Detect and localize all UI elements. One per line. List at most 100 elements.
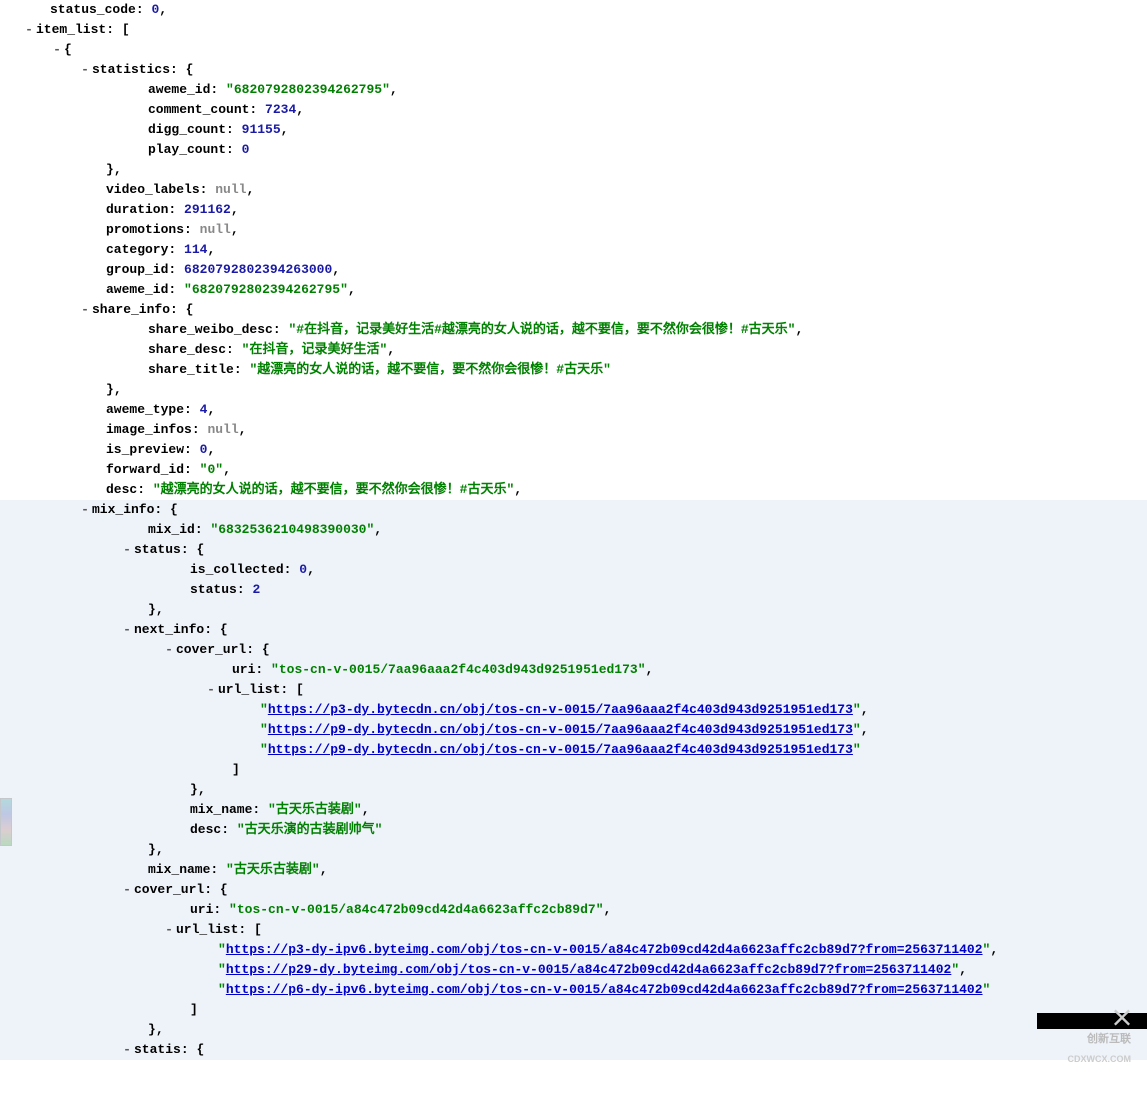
collapse-toggle[interactable]: - [78, 60, 92, 80]
json-value: "古天乐演的古装剧帅气" [237, 820, 383, 840]
json-value: "6820792802394262795" [226, 80, 390, 100]
json-row: "https://p3-dy-ipv6.byteimg.com/obj/tos-… [0, 940, 1147, 960]
json-row: - mix_info: { [0, 500, 1147, 520]
url-link[interactable]: https://p6-dy-ipv6.byteimg.com/obj/tos-c… [226, 980, 983, 1000]
collapse-toggle[interactable]: - [120, 540, 134, 560]
json-key: share_desc [148, 340, 226, 360]
json-row: image_infos: null, [0, 420, 1147, 440]
json-key: mix_name [148, 860, 210, 880]
json-row: status: 2 [0, 580, 1147, 600]
json-row: - statis: { [0, 1040, 1147, 1060]
json-row: ] [0, 1000, 1147, 1020]
json-row: - url_list: [ [0, 920, 1147, 940]
json-key: forward_id [106, 460, 184, 480]
json-row: - status: { [0, 540, 1147, 560]
json-row: desc: "古天乐演的古装剧帅气" [0, 820, 1147, 840]
json-key: share_weibo_desc [148, 320, 273, 340]
json-key: is_preview [106, 440, 184, 460]
json-row: category: 114, [0, 240, 1147, 260]
json-value: null [200, 220, 231, 240]
json-key: desc [106, 480, 137, 500]
json-row: desc: "越漂亮的女人说的话，越不要信，要不然你会很惨！#古天乐", [0, 480, 1147, 500]
json-key: mix_id [148, 520, 195, 540]
json-row: share_weibo_desc: "#在抖音，记录美好生活#越漂亮的女人说的话… [0, 320, 1147, 340]
json-key: digg_count [148, 120, 226, 140]
json-value: 4 [200, 400, 208, 420]
json-value: "tos-cn-v-0015/a84c472b09cd42d4a6623affc… [229, 900, 603, 920]
json-row: share_title: "越漂亮的女人说的话，越不要信，要不然你会很惨！#古天… [0, 360, 1147, 380]
collapse-toggle[interactable]: - [22, 20, 36, 40]
json-value: "tos-cn-v-0015/7aa96aaa2f4c403d943d92519… [271, 660, 645, 680]
collapse-toggle[interactable]: - [78, 300, 92, 320]
url-link[interactable]: https://p9-dy.bytecdn.cn/obj/tos-cn-v-00… [268, 720, 853, 740]
url-link[interactable]: https://p3-dy.bytecdn.cn/obj/tos-cn-v-00… [268, 700, 853, 720]
json-value: 0 [151, 0, 159, 20]
json-key: aweme_id [106, 280, 168, 300]
json-row: uri: "tos-cn-v-0015/7aa96aaa2f4c403d943d… [0, 660, 1147, 680]
collapse-toggle[interactable]: - [50, 40, 64, 60]
json-row: aweme_id: "6820792802394262795", [0, 280, 1147, 300]
url-link[interactable]: https://p9-dy.bytecdn.cn/obj/tos-cn-v-00… [268, 740, 853, 760]
collapse-toggle[interactable]: - [162, 640, 176, 660]
json-row: - item_list: [ [0, 20, 1147, 40]
json-key: aweme_id [148, 80, 210, 100]
json-key: video_labels [106, 180, 200, 200]
json-viewer: status_code : 0, - item_list: [ - { - st… [0, 0, 1147, 1080]
json-key: uri [232, 660, 255, 680]
json-row: - share_info: { [0, 300, 1147, 320]
json-value: "#在抖音，记录美好生活#越漂亮的女人说的话，越不要信，要不然你会很惨！#古天乐… [288, 320, 795, 340]
json-key: item_list [36, 20, 106, 40]
json-row: video_labels: null, [0, 180, 1147, 200]
json-row: comment_count: 7234, [0, 100, 1147, 120]
json-value: null [215, 180, 246, 200]
json-row: mix_name: "古天乐古装剧", [0, 800, 1147, 820]
url-link[interactable]: https://p29-dy.byteimg.com/obj/tos-cn-v-… [226, 960, 952, 980]
json-key: desc [190, 820, 221, 840]
json-row: - { [0, 40, 1147, 60]
json-row: - next_info: { [0, 620, 1147, 640]
json-row: mix_name: "古天乐古装剧", [0, 860, 1147, 880]
json-value: 6820792802394263000 [184, 260, 332, 280]
json-row: - cover_url: { [0, 880, 1147, 900]
json-value: 91155 [242, 120, 281, 140]
json-key: statis [134, 1040, 181, 1060]
json-key: url_list [176, 920, 238, 940]
collapse-toggle[interactable]: - [120, 880, 134, 900]
json-row: duration: 291162, [0, 200, 1147, 220]
json-key: is_collected [190, 560, 284, 580]
json-value: "6820792802394262795" [184, 280, 348, 300]
json-key: cover_url [176, 640, 246, 660]
json-row: - statistics: { [0, 60, 1147, 80]
json-value: 0 [200, 440, 208, 460]
json-row: - cover_url: { [0, 640, 1147, 660]
json-row: }, [0, 780, 1147, 800]
collapse-toggle[interactable]: - [120, 1040, 134, 1060]
json-row: mix_id: "6832536210498390030", [0, 520, 1147, 540]
json-row: }, [0, 160, 1147, 180]
collapse-toggle[interactable]: - [162, 920, 176, 940]
json-value: "古天乐古装剧" [268, 800, 362, 820]
json-value: 7234 [265, 100, 296, 120]
collapse-toggle[interactable]: - [120, 620, 134, 640]
json-value: 291162 [184, 200, 231, 220]
json-key: status_code [50, 0, 136, 20]
url-link[interactable]: https://p3-dy-ipv6.byteimg.com/obj/tos-c… [226, 940, 983, 960]
json-row: ] [0, 760, 1147, 780]
json-key: comment_count [148, 100, 249, 120]
json-row: is_preview: 0, [0, 440, 1147, 460]
json-key: promotions [106, 220, 184, 240]
json-key: next_info [134, 620, 204, 640]
json-value: 0 [299, 560, 307, 580]
json-row: group_id: 6820792802394263000, [0, 260, 1147, 280]
collapse-toggle[interactable]: - [204, 680, 218, 700]
json-value: "0" [200, 460, 223, 480]
json-row: play_count: 0 [0, 140, 1147, 160]
json-row: aweme_id: "6820792802394262795", [0, 80, 1147, 100]
collapse-toggle[interactable]: - [78, 500, 92, 520]
json-value: "越漂亮的女人说的话，越不要信，要不然你会很惨！#古天乐" [153, 480, 514, 500]
json-row: "https://p3-dy.bytecdn.cn/obj/tos-cn-v-0… [0, 700, 1147, 720]
json-row: aweme_type: 4, [0, 400, 1147, 420]
json-value: "古天乐古装剧" [226, 860, 320, 880]
json-key: statistics [92, 60, 170, 80]
json-value: 114 [184, 240, 207, 260]
